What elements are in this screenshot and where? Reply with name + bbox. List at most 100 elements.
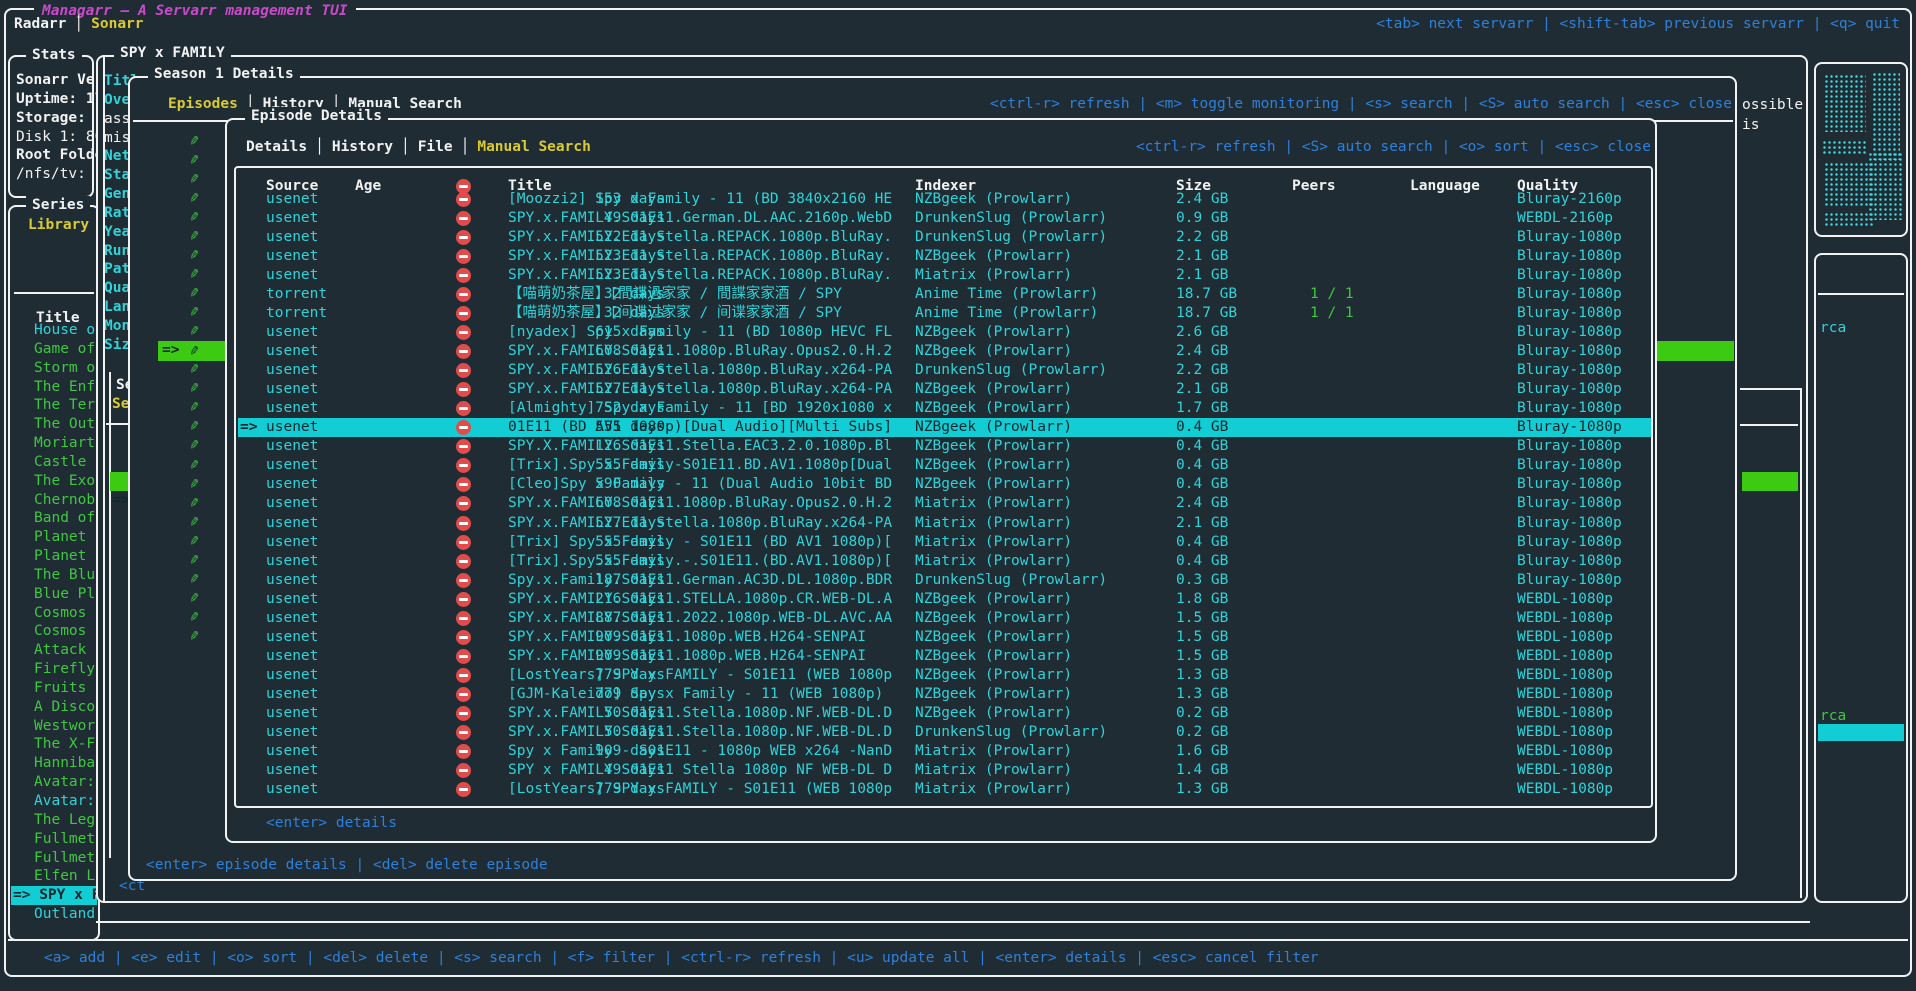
logo-art <box>1824 74 1866 132</box>
tab-radarr[interactable]: Radarr <box>14 15 66 34</box>
search-result-row[interactable]: usenet887 daysSPY.x.FAMILY.S01E11.2022.1… <box>238 609 1651 628</box>
search-result-row[interactable]: usenet49 daysSPY.x.FAMILY.S01E11.German.… <box>238 209 1651 228</box>
series-list-item[interactable]: A Disco <box>34 698 95 717</box>
series-list-item[interactable]: Planet <box>34 528 86 547</box>
series-list-item[interactable]: The Out <box>34 415 95 434</box>
search-result-row[interactable]: usenet187 daysSpy.x.Family.S01E11.German… <box>238 571 1651 590</box>
series-list-item[interactable]: Band of <box>34 509 95 528</box>
search-result-row[interactable]: =>usenet555 days01E11 (BD AV1 1080p)[Dua… <box>238 418 1651 437</box>
help-bar-divider <box>8 939 1908 941</box>
series-list-item[interactable]: The Leg <box>34 811 95 830</box>
cell-size: 2.4 GB <box>1176 342 1228 361</box>
series-list-item[interactable]: Avatar: <box>34 773 95 792</box>
no-entry-icon <box>456 496 471 511</box>
tab-episode-manual-search[interactable]: Manual Search <box>477 138 591 157</box>
search-result-row[interactable]: usenet153 days[Moozzi2] Spy x Family - 1… <box>238 190 1651 209</box>
cell-quality: WEBDL-1080p <box>1517 685 1613 704</box>
search-result-row[interactable]: usenet527 daysSPY.x.FAMILY.E11.Stella.10… <box>238 380 1651 399</box>
search-result-row[interactable]: usenet555 days[Trix].Spy.x.Family-S01E11… <box>238 456 1651 475</box>
series-list-item[interactable]: Cosmos <box>34 622 86 641</box>
search-result-row[interactable]: usenet49 daysSPY x FAMILY S01E11 Stella … <box>238 761 1651 780</box>
cell-indexer: NZBgeek (Prowlarr) <box>915 342 1072 361</box>
series-list-item[interactable]: Elfen L <box>34 867 95 886</box>
series-list-item[interactable]: Moriart <box>34 434 95 453</box>
series-list-item[interactable]: Fullmet <box>34 830 95 849</box>
search-result-row[interactable]: usenet608 daysSPY.x.FAMILY.S01E11.1080p.… <box>238 342 1651 361</box>
cell-title: SPY.x.FAMILY.E11.Stella.1080p.BluRay.x26… <box>508 361 892 380</box>
series-list-item[interactable]: House o <box>34 321 95 340</box>
series-list-item[interactable]: Planet <box>34 547 86 566</box>
cell-quality: WEBDL-1080p <box>1517 761 1613 780</box>
series-list-item[interactable]: Fullmet <box>34 849 95 868</box>
series-list-item[interactable]: Avatar: <box>34 792 95 811</box>
series-list-item[interactable]: Storm o <box>34 359 95 378</box>
episode-details-footer-help: <enter> details <box>266 814 397 833</box>
cell-size: 18.7 GB <box>1176 304 1237 323</box>
cell-size: 0.2 GB <box>1176 723 1228 742</box>
series-list-item[interactable]: Blue Pl <box>34 585 95 604</box>
search-result-row[interactable]: usenet527 daysSPY.x.FAMILY.E11.Stella.10… <box>238 514 1651 533</box>
tab-sonarr[interactable]: Sonarr <box>91 15 143 34</box>
series-list-item[interactable]: Hanniba <box>34 754 95 773</box>
cell-size: 0.4 GB <box>1176 475 1228 494</box>
search-result-row[interactable]: usenet779 days[LostYears] SPY x FAMILY -… <box>238 666 1651 685</box>
search-result-row[interactable]: usenet523 daysSPY.x.FAMILY.E11.Stella.RE… <box>238 266 1651 285</box>
series-list-item[interactable]: => SPY x F <box>11 886 97 905</box>
search-result-row[interactable]: usenet126 daysSPY.X.FAMILY.S01E11.Stella… <box>238 437 1651 456</box>
tab-file[interactable]: File <box>418 138 453 157</box>
search-result-row[interactable]: usenet555 days[Trix] Spy x Family - S01E… <box>238 533 1651 552</box>
search-result-row[interactable]: usenet779 days[LostYears] SPY x FAMILY -… <box>238 780 1651 799</box>
series-list-item[interactable]: Fruits <box>34 679 86 698</box>
series-list-item[interactable]: Attack <box>34 641 86 660</box>
search-result-row[interactable]: usenet526 daysSPY.x.FAMILY.E11.Stella.10… <box>238 361 1651 380</box>
search-result-row[interactable]: usenet608 daysSPY.x.FAMILY.S01E11.1080p.… <box>238 494 1651 513</box>
no-entry-icon <box>456 630 471 645</box>
clipped-text-is: is <box>1742 116 1759 135</box>
cell-title: [Trix] Spy x Family - S01E11 (BD AV1 108… <box>508 533 892 552</box>
series-list-item[interactable]: The X-F <box>34 735 95 754</box>
tab-episode-history[interactable]: History <box>332 138 393 157</box>
search-result-row[interactable]: usenet555 days[Trix].Spy.x.Family.-.S01E… <box>238 552 1651 571</box>
cell-title: [Cleo]Spy x Family - 11 (Dual Audio 10bi… <box>508 475 892 494</box>
series-list-item[interactable]: The Enf <box>34 378 95 397</box>
series-list-item[interactable]: Firefly <box>34 660 95 679</box>
search-result-row[interactable]: usenet909 daysSpy x Family - S01E11 - 10… <box>238 742 1651 761</box>
tab-details[interactable]: Details <box>246 138 307 157</box>
search-result-row[interactable]: usenet523 daysSPY.x.FAMILY.E11.Stella.RE… <box>238 247 1651 266</box>
tab-episodes[interactable]: Episodes <box>168 95 238 114</box>
series-list-item[interactable]: Castle <box>34 453 86 472</box>
search-result-row[interactable]: torrent32 days【喵萌奶茶屋】[間諜過家家 / 間諜家家酒 / SP… <box>238 285 1651 304</box>
series-list-item[interactable]: Chernob <box>34 491 95 510</box>
series-list-item[interactable]: The Ter <box>34 396 95 415</box>
cell-size: 2.2 GB <box>1176 361 1228 380</box>
search-result-row[interactable]: usenet522 daysSPY.x.FAMILY.E11.Stella.RE… <box>238 228 1651 247</box>
series-list-item[interactable]: Westwor <box>34 717 95 736</box>
no-entry-icon <box>456 420 471 435</box>
search-result-row[interactable]: torrent32 days【喵萌奶茶屋】[间谍过家家 / 间谍家家酒 / SP… <box>238 304 1651 323</box>
series-list-item[interactable]: The Blu <box>34 566 95 585</box>
search-result-row[interactable]: usenet752 days[Almighty] Spy x Family - … <box>238 399 1651 418</box>
search-result-row[interactable]: usenet909 daysSPY.x.FAMILY.S01E11.1080p.… <box>238 647 1651 666</box>
cell-title: [LostYears] SPY x FAMILY - S01E11 (WEB 1… <box>508 666 892 685</box>
series-list-item[interactable]: Cosmos <box>34 604 86 623</box>
cell-quality: Bluray-1080p <box>1517 418 1622 437</box>
cell-quality: Bluray-1080p <box>1517 494 1622 513</box>
cell-quality: WEBDL-1080p <box>1517 666 1613 685</box>
series-list-item[interactable]: The Exo <box>34 472 95 491</box>
series-list-item[interactable]: Game of <box>34 340 95 359</box>
cell-size: 0.4 GB <box>1176 456 1228 475</box>
search-result-row[interactable]: usenet50 daysSPY.x.FAMILY.S01E11.Stella.… <box>238 723 1651 742</box>
no-entry-icon <box>456 287 471 302</box>
search-result-row[interactable]: usenet909 daysSPY.x.FAMILY.S01E11.1080p.… <box>238 628 1651 647</box>
cell-title: 【喵萌奶茶屋】[间谍过家家 / 间谍家家酒 / SPY <box>508 304 842 323</box>
cell-size: 2.2 GB <box>1176 228 1228 247</box>
search-result-row[interactable]: usenet50 daysSPY.x.FAMILY.S01E11.Stella.… <box>238 704 1651 723</box>
search-result-row[interactable]: usenet590 days[Cleo]Spy x Family - 11 (D… <box>238 475 1651 494</box>
search-result-row[interactable]: usenet216 daysSPY.x.FAMILY.S01E11.STELLA… <box>238 590 1651 609</box>
series-list-item[interactable]: Outland <box>34 905 95 924</box>
no-entry-icon <box>456 477 471 492</box>
no-entry-icon <box>456 554 471 569</box>
search-result-row[interactable]: usenet615 days[nyadex] Spy x Family - 11… <box>238 323 1651 342</box>
search-result-row[interactable]: usenet779 days[GJM-Kaleido] Spy x Family… <box>238 685 1651 704</box>
no-entry-icon <box>456 192 471 207</box>
